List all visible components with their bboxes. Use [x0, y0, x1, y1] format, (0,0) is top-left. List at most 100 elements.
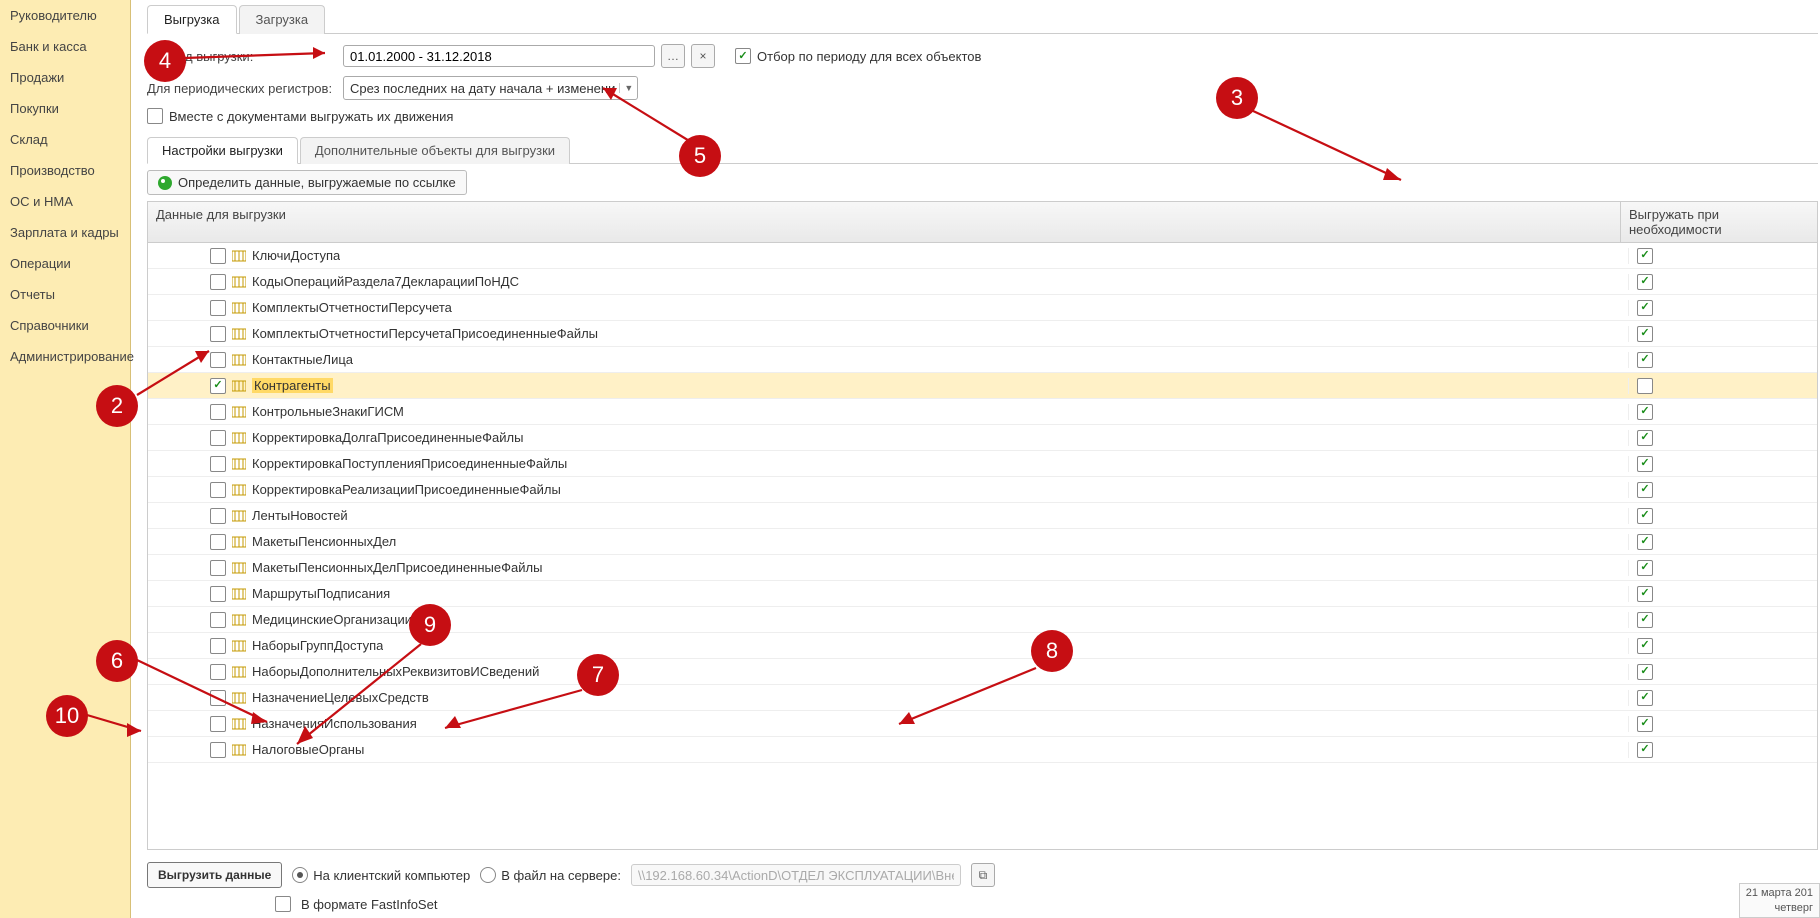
row-checkbox[interactable] — [210, 716, 226, 732]
table-row[interactable]: КорректировкаДолгаПрисоединенныеФайлы — [148, 425, 1817, 451]
periodic-select[interactable]: Срез последних на дату начала + изменени… — [343, 76, 638, 100]
row-need-checkbox[interactable] — [1637, 638, 1653, 654]
sidebar-item[interactable]: ОС и НМА — [0, 186, 130, 217]
row-checkbox[interactable] — [210, 612, 226, 628]
with-docs-checkbox[interactable] — [147, 108, 163, 124]
row-label: КорректировкаПоступленияПрисоединенныеФа… — [252, 456, 567, 471]
row-need-checkbox[interactable] — [1637, 456, 1653, 472]
table-row[interactable]: КорректировкаРеализацииПрисоединенныеФай… — [148, 477, 1817, 503]
period-picker-button[interactable]: … — [661, 44, 685, 68]
filter-all-objects-checkbox[interactable] — [735, 48, 751, 64]
table-row[interactable]: НазначенияИспользования — [148, 711, 1817, 737]
export-button[interactable]: Выгрузить данные — [147, 862, 282, 888]
table-row[interactable]: КорректировкаПоступленияПрисоединенныеФа… — [148, 451, 1817, 477]
table-row[interactable]: МедицинскиеОрганизации — [148, 607, 1817, 633]
row-need-checkbox[interactable] — [1637, 274, 1653, 290]
sidebar-item[interactable]: Операции — [0, 248, 130, 279]
row-checkbox[interactable] — [210, 690, 226, 706]
table-row[interactable]: НалоговыеОрганы — [148, 737, 1817, 763]
row-checkbox[interactable] — [210, 742, 226, 758]
row-need-checkbox[interactable] — [1637, 508, 1653, 524]
table-header-flag: Выгружать при необходимости — [1621, 202, 1817, 242]
catalog-icon — [232, 614, 246, 626]
sidebar-item[interactable]: Справочники — [0, 310, 130, 341]
row-need-checkbox[interactable] — [1637, 482, 1653, 498]
table-row[interactable]: КлючиДоступа — [148, 243, 1817, 269]
table-row[interactable]: НазначениеЦелевыхСредств — [148, 685, 1817, 711]
row-need-checkbox[interactable] — [1637, 664, 1653, 680]
sidebar-item[interactable]: Администрирование — [0, 341, 130, 372]
sidebar-item[interactable]: Продажи — [0, 62, 130, 93]
sidebar-item[interactable]: Руководителю — [0, 0, 130, 31]
row-checkbox[interactable] — [210, 352, 226, 368]
row-need-checkbox[interactable] — [1637, 248, 1653, 264]
row-need-checkbox[interactable] — [1637, 742, 1653, 758]
row-checkbox[interactable] — [210, 378, 226, 394]
period-input[interactable] — [343, 45, 655, 67]
tab-export[interactable]: Выгрузка — [147, 5, 237, 34]
radio-client[interactable]: На клиентский компьютер — [292, 867, 470, 883]
table-row[interactable]: КонтактныеЛица — [148, 347, 1817, 373]
table-row[interactable]: НаборыГруппДоступа — [148, 633, 1817, 659]
row-checkbox[interactable] — [210, 274, 226, 290]
row-checkbox[interactable] — [210, 508, 226, 524]
row-need-checkbox[interactable] — [1637, 404, 1653, 420]
period-clear-button[interactable]: × — [691, 44, 715, 68]
subtab-additional[interactable]: Дополнительные объекты для выгрузки — [300, 137, 570, 164]
period-label: Период выгрузки: — [147, 49, 337, 64]
table-row[interactable]: КомплектыОтчетностиПерсучетаПрисоединенн… — [148, 321, 1817, 347]
sidebar-item[interactable]: Зарплата и кадры — [0, 217, 130, 248]
sidebar-item[interactable]: Покупки — [0, 93, 130, 124]
define-linked-button[interactable]: Определить данные, выгружаемые по ссылке — [147, 170, 467, 195]
row-checkbox[interactable] — [210, 664, 226, 680]
row-checkbox[interactable] — [210, 404, 226, 420]
sidebar-item[interactable]: Склад — [0, 124, 130, 155]
server-path-browse-button[interactable]: ⧉ — [971, 863, 995, 887]
sidebar-item[interactable]: Банк и касса — [0, 31, 130, 62]
row-checkbox[interactable] — [210, 586, 226, 602]
catalog-icon — [232, 692, 246, 704]
fastinfoset-checkbox[interactable] — [275, 896, 291, 912]
table-row[interactable]: НаборыДополнительныхРеквизитовИСведений — [148, 659, 1817, 685]
table-row[interactable]: КодыОперацийРаздела7ДекларацииПоНДС — [148, 269, 1817, 295]
row-label: НазначениеЦелевыхСредств — [252, 690, 429, 705]
server-path-input[interactable] — [631, 864, 961, 886]
row-need-checkbox[interactable] — [1637, 430, 1653, 446]
row-need-checkbox[interactable] — [1637, 586, 1653, 602]
row-need-checkbox[interactable] — [1637, 352, 1653, 368]
table-row[interactable]: Контрагенты — [148, 373, 1817, 399]
row-checkbox[interactable] — [210, 534, 226, 550]
table-header-name: Данные для выгрузки — [148, 202, 1621, 242]
row-checkbox[interactable] — [210, 300, 226, 316]
row-checkbox[interactable] — [210, 430, 226, 446]
table-row[interactable]: МакетыПенсионныхДелПрисоединенныеФайлы — [148, 555, 1817, 581]
row-checkbox[interactable] — [210, 326, 226, 342]
row-checkbox[interactable] — [210, 638, 226, 654]
row-need-checkbox[interactable] — [1637, 690, 1653, 706]
table-row[interactable]: МаршрутыПодписания — [148, 581, 1817, 607]
row-need-checkbox[interactable] — [1637, 716, 1653, 732]
tab-import[interactable]: Загрузка — [239, 5, 326, 34]
radio-server[interactable]: В файл на сервере: — [480, 867, 621, 883]
table-row[interactable]: МакетыПенсионныхДел — [148, 529, 1817, 555]
row-checkbox[interactable] — [210, 456, 226, 472]
catalog-icon — [232, 458, 246, 470]
row-label: НалоговыеОрганы — [252, 742, 364, 757]
row-need-checkbox[interactable] — [1637, 560, 1653, 576]
table-row[interactable]: КонтрольныеЗнакиГИСМ — [148, 399, 1817, 425]
row-checkbox[interactable] — [210, 482, 226, 498]
row-need-checkbox[interactable] — [1637, 378, 1653, 394]
table-row[interactable]: КомплектыОтчетностиПерсучета — [148, 295, 1817, 321]
table-row[interactable]: ЛентыНовостей — [148, 503, 1817, 529]
row-need-checkbox[interactable] — [1637, 612, 1653, 628]
row-checkbox[interactable] — [210, 248, 226, 264]
row-need-checkbox[interactable] — [1637, 534, 1653, 550]
catalog-icon — [232, 562, 246, 574]
subtab-settings[interactable]: Настройки выгрузки — [147, 137, 298, 164]
sidebar-item[interactable]: Отчеты — [0, 279, 130, 310]
row-need-checkbox[interactable] — [1637, 300, 1653, 316]
row-checkbox[interactable] — [210, 560, 226, 576]
sidebar-item[interactable]: Производство — [0, 155, 130, 186]
date-widget: 21 марта 201 четверг — [1739, 883, 1820, 918]
row-need-checkbox[interactable] — [1637, 326, 1653, 342]
